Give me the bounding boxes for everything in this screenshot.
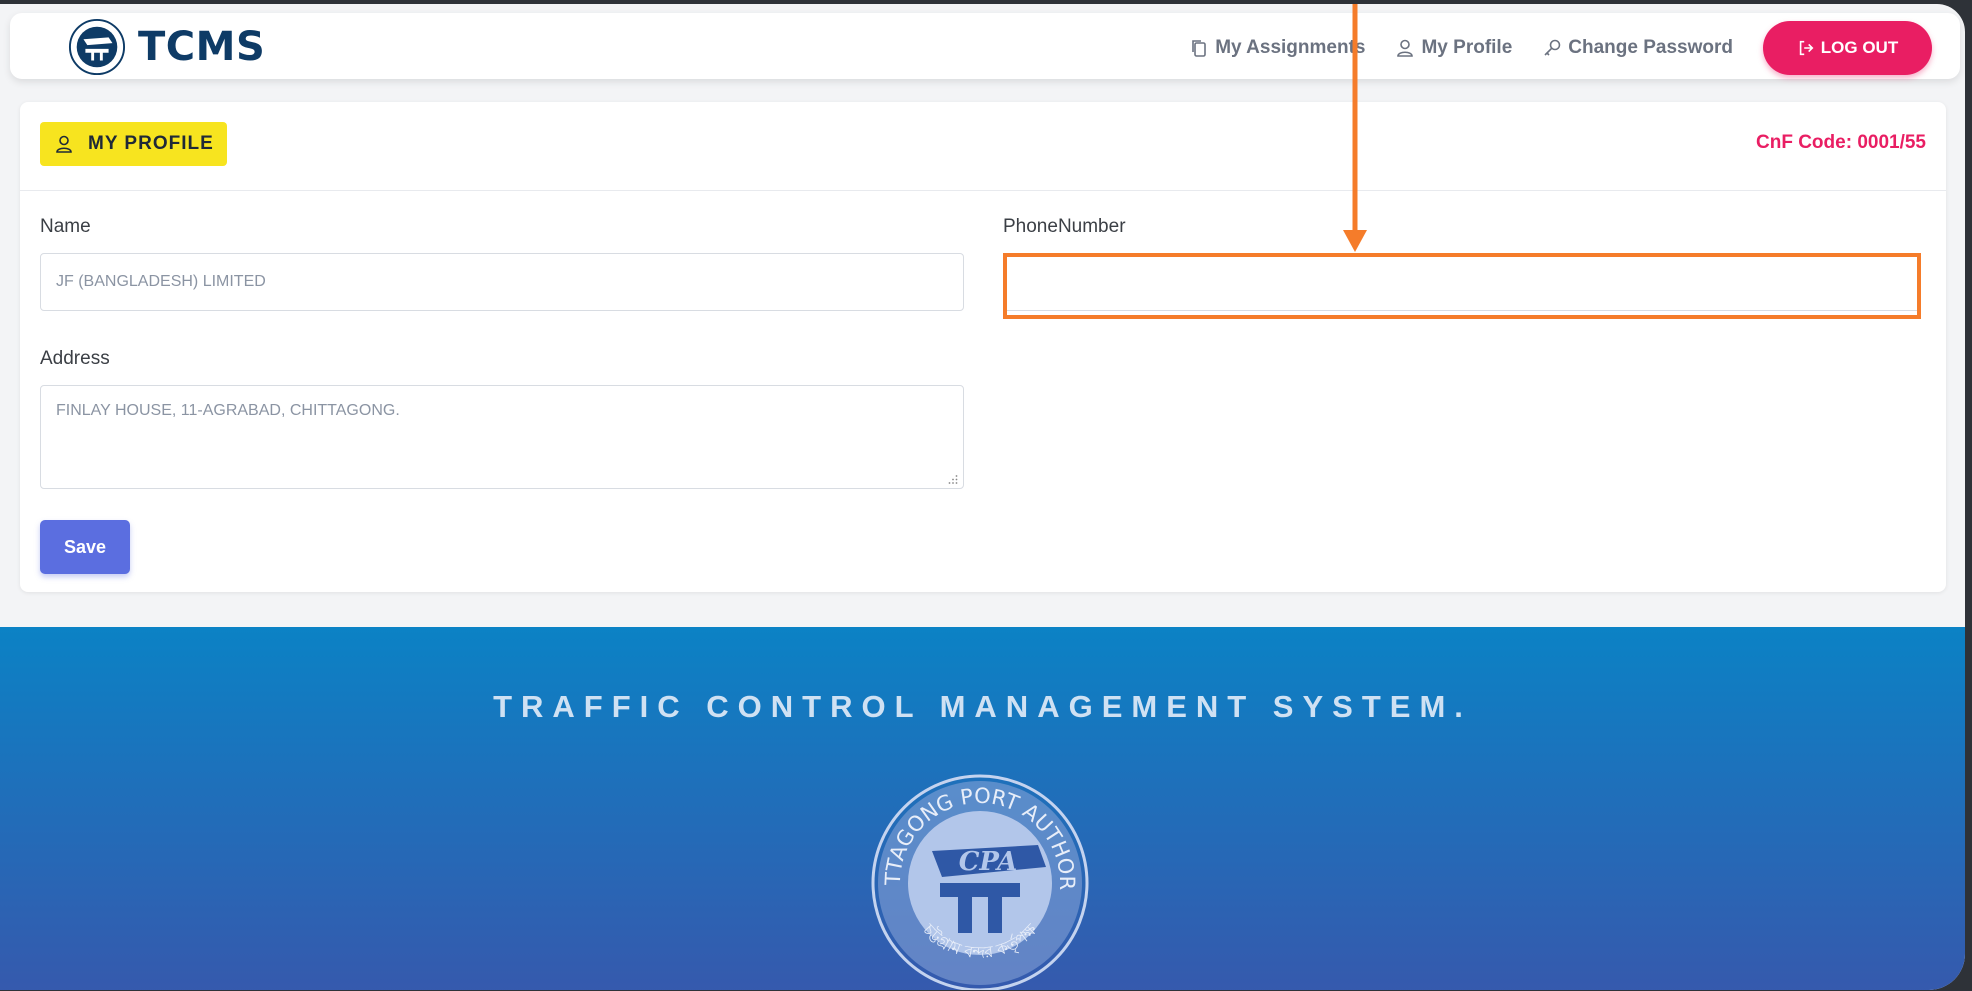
cnf-code: CnF Code: 0001/55 xyxy=(1756,132,1926,153)
annotation-highlight-box xyxy=(1003,253,1921,319)
logout-button[interactable]: LOG OUT xyxy=(1763,21,1932,75)
my-profile-badge-label: MY PROFILE xyxy=(88,133,214,154)
annotation-arrow-icon xyxy=(1343,4,1367,252)
profile-card: MY PROFILE CnF Code: 0001/55 Name PhoneN… xyxy=(20,102,1946,592)
user-icon xyxy=(1397,39,1414,57)
nav-links: My Assignments My Profile Change Passwor… xyxy=(1159,21,1932,75)
footer: TRAFFIC CONTROL MANAGEMENT SYSTEM. CHITT… xyxy=(0,627,1965,990)
brand[interactable]: TCMS xyxy=(68,18,265,76)
address-label: Address xyxy=(40,348,110,369)
nav-my-profile-label: My Profile xyxy=(1421,37,1513,58)
phone-number-label: PhoneNumber xyxy=(1003,216,1126,237)
name-field[interactable] xyxy=(40,253,964,311)
cpa-seal-logo-icon: CHITTAGONG PORT AUTHORITY চট্টগ্রাম বন্দ… xyxy=(870,773,1089,990)
cpa-logo-icon xyxy=(68,18,126,76)
logout-label: LOG OUT xyxy=(1820,38,1899,57)
card-header: MY PROFILE CnF Code: 0001/55 xyxy=(20,102,1946,191)
navbar: TCMS My Assignments My Profile Change Pa… xyxy=(10,13,1960,79)
nav-change-password-label: Change Password xyxy=(1568,37,1733,58)
footer-title: TRAFFIC CONTROL MANAGEMENT SYSTEM. xyxy=(493,689,1472,724)
name-label: Name xyxy=(40,216,91,237)
user-icon xyxy=(56,135,72,153)
app-window: TCMS My Assignments My Profile Change Pa… xyxy=(0,4,1965,990)
logout-icon xyxy=(1799,40,1814,56)
brand-name: TCMS xyxy=(138,24,266,70)
my-profile-badge: MY PROFILE xyxy=(40,122,227,166)
seal-initials: CPA xyxy=(959,847,1018,877)
copy-icon xyxy=(1192,40,1206,57)
address-field[interactable]: FINLAY HOUSE, 11-AGRABAD, CHITTAGONG. xyxy=(40,385,964,489)
nav-my-profile[interactable]: My Profile xyxy=(1395,37,1512,59)
resize-grip-icon[interactable] xyxy=(948,474,958,484)
key-icon xyxy=(1544,39,1561,56)
save-button[interactable]: Save xyxy=(40,520,130,574)
nav-change-password[interactable]: Change Password xyxy=(1542,37,1733,59)
